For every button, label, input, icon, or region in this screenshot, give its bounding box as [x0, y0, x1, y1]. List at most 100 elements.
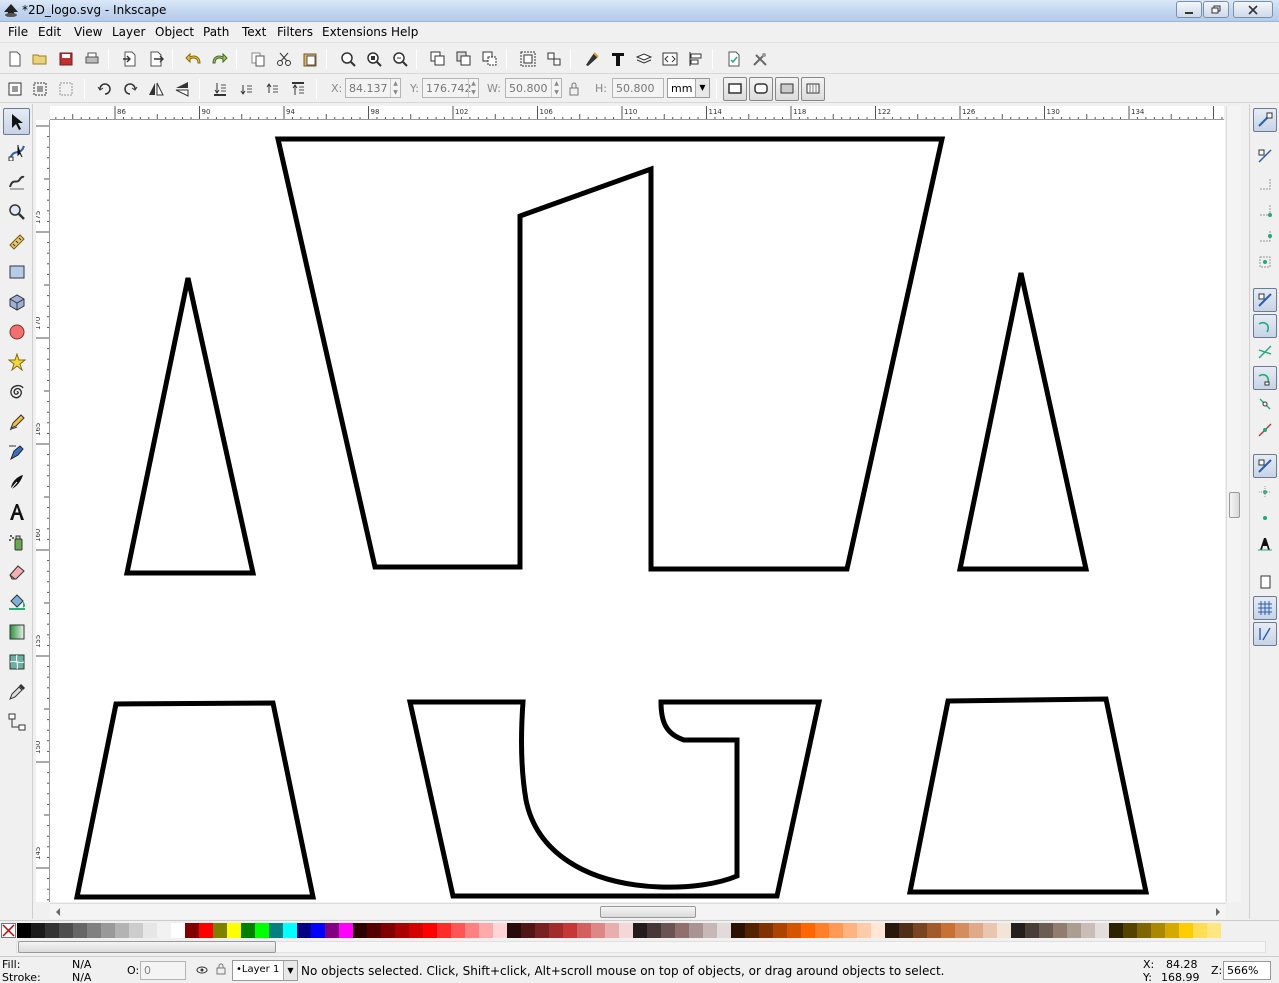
palette-swatch[interactable] — [647, 923, 661, 938]
palette-swatch[interactable] — [731, 923, 745, 938]
stroke-indicator[interactable]: N/A — [72, 971, 91, 983]
current-layer-select[interactable]: •Layer 1 ▼ — [232, 960, 298, 981]
star-tool[interactable] — [3, 348, 30, 375]
text-tool[interactable] — [3, 498, 30, 525]
snap-bbox-corner-toggle[interactable] — [1253, 198, 1277, 222]
palette-swatch[interactable] — [423, 923, 437, 938]
zoom-tool[interactable] — [3, 198, 30, 225]
lower-to-bottom-button[interactable] — [209, 78, 231, 100]
raise-to-top-button[interactable] — [287, 78, 309, 100]
palette-swatch[interactable] — [353, 923, 367, 938]
height-field[interactable]: 50.800 — [612, 78, 664, 98]
palette-swatch[interactable] — [829, 923, 843, 938]
palette-swatch[interactable] — [297, 923, 311, 938]
scale-stroke-toggle[interactable] — [723, 77, 747, 101]
palette-swatch[interactable] — [1165, 923, 1179, 938]
layer-lock-icon[interactable] — [216, 963, 226, 975]
cut-button[interactable] — [273, 48, 295, 70]
palette-swatch[interactable] — [857, 923, 871, 938]
palette-swatch[interactable] — [969, 923, 983, 938]
tweak-tool[interactable] — [3, 168, 30, 195]
snap-object-center-toggle[interactable] — [1253, 480, 1277, 504]
undo-button[interactable] — [183, 48, 205, 70]
y-field[interactable]: 176.742 ▲ ▼ — [422, 78, 479, 98]
menu-file[interactable]: File — [8, 25, 28, 39]
palette-swatch[interactable] — [927, 923, 941, 938]
palette-swatch[interactable] — [465, 923, 479, 938]
snap-bbox-midpoint-toggle[interactable] — [1253, 224, 1277, 248]
snap-page-border-toggle[interactable] — [1253, 570, 1277, 594]
palette-swatch[interactable] — [325, 923, 339, 938]
vertical-ruler[interactable]: 175170165160155150145140 — [36, 120, 50, 902]
select-all-button[interactable] — [4, 78, 26, 100]
palette-swatch[interactable] — [899, 923, 913, 938]
ellipse-tool[interactable] — [3, 318, 30, 345]
palette-swatch[interactable] — [997, 923, 1011, 938]
paint-bucket-tool[interactable] — [3, 588, 30, 615]
text-font-button[interactable] — [607, 48, 629, 70]
lower-button[interactable] — [235, 78, 257, 100]
spin-arrows-icon[interactable]: ▲ ▼ — [551, 79, 561, 97]
vertical-scrollbar[interactable] — [1226, 106, 1241, 902]
shape-letter-g-bottom-center[interactable] — [406, 699, 823, 899]
menu-layer[interactable]: Layer — [112, 25, 145, 39]
palette-swatch[interactable] — [241, 923, 255, 938]
palette-swatch[interactable] — [885, 923, 899, 938]
palette-swatch[interactable] — [871, 923, 885, 938]
unit-select[interactable]: mm ▼ — [667, 78, 710, 98]
layers-button[interactable] — [633, 48, 655, 70]
flip-horizontal-button[interactable] — [145, 78, 167, 100]
snap-guides-toggle[interactable] — [1253, 622, 1277, 646]
preferences-button[interactable] — [749, 48, 771, 70]
palette-swatch[interactable] — [549, 923, 563, 938]
palette-swatch[interactable] — [717, 923, 731, 938]
palette-swatch[interactable] — [479, 923, 493, 938]
palette-swatch[interactable] — [1179, 923, 1193, 938]
calligraphy-tool[interactable] — [3, 468, 30, 495]
horizontal-scrollbar[interactable] — [50, 903, 1226, 919]
snap-rotation-center-toggle[interactable] — [1253, 506, 1277, 530]
select-all-layers-button[interactable] — [29, 78, 51, 100]
rectangle-tool[interactable] — [3, 258, 30, 285]
palette-swatch[interactable] — [521, 923, 535, 938]
snap-bbox-edge-toggle[interactable] — [1253, 172, 1277, 196]
raise-button[interactable] — [261, 78, 283, 100]
shape-trapezoid-top-center[interactable] — [274, 136, 946, 572]
palette-swatch[interactable] — [633, 923, 647, 938]
save-button[interactable] — [55, 48, 77, 70]
palette-swatch[interactable] — [913, 923, 927, 938]
document-properties-button[interactable] — [723, 48, 745, 70]
palette-swatch[interactable] — [759, 923, 773, 938]
palette-swatch[interactable] — [773, 923, 787, 938]
palette-swatch[interactable] — [745, 923, 759, 938]
palette-swatch[interactable] — [1039, 923, 1053, 938]
menu-view[interactable]: View — [74, 25, 102, 39]
minimize-button[interactable] — [1176, 1, 1202, 18]
zoom-drawing-button[interactable] — [363, 48, 385, 70]
palette-swatch[interactable] — [367, 923, 381, 938]
snap-nodes-toggle[interactable] — [1253, 288, 1277, 312]
palette-swatch[interactable] — [815, 923, 829, 938]
palette-swatch[interactable] — [941, 923, 955, 938]
palette-swatch[interactable] — [787, 923, 801, 938]
opacity-field[interactable]: 0 — [140, 961, 186, 980]
measure-tool[interactable] — [3, 228, 30, 255]
palette-swatch[interactable] — [563, 923, 577, 938]
snap-smooth-nodes-toggle[interactable] — [1253, 392, 1277, 416]
zoom-selection-button[interactable] — [337, 48, 359, 70]
palette-swatch[interactable] — [381, 923, 395, 938]
spin-arrows-icon[interactable]: ▲ ▼ — [468, 79, 478, 97]
clone-button[interactable] — [453, 48, 475, 70]
palette-swatch[interactable] — [507, 923, 521, 938]
export-button[interactable] — [145, 48, 167, 70]
palette-swatch[interactable] — [101, 923, 115, 938]
palette-swatch[interactable] — [535, 923, 549, 938]
palette-swatch[interactable] — [45, 923, 59, 938]
menu-filters[interactable]: Filters — [277, 25, 313, 39]
scroll-right-icon[interactable] — [1214, 907, 1222, 917]
scale-corners-toggle[interactable] — [749, 77, 773, 101]
dropper-tool[interactable] — [3, 678, 30, 705]
palette-swatch[interactable] — [1067, 923, 1081, 938]
eraser-tool[interactable] — [3, 558, 30, 585]
shape-triangle-right[interactable] — [956, 272, 1090, 572]
